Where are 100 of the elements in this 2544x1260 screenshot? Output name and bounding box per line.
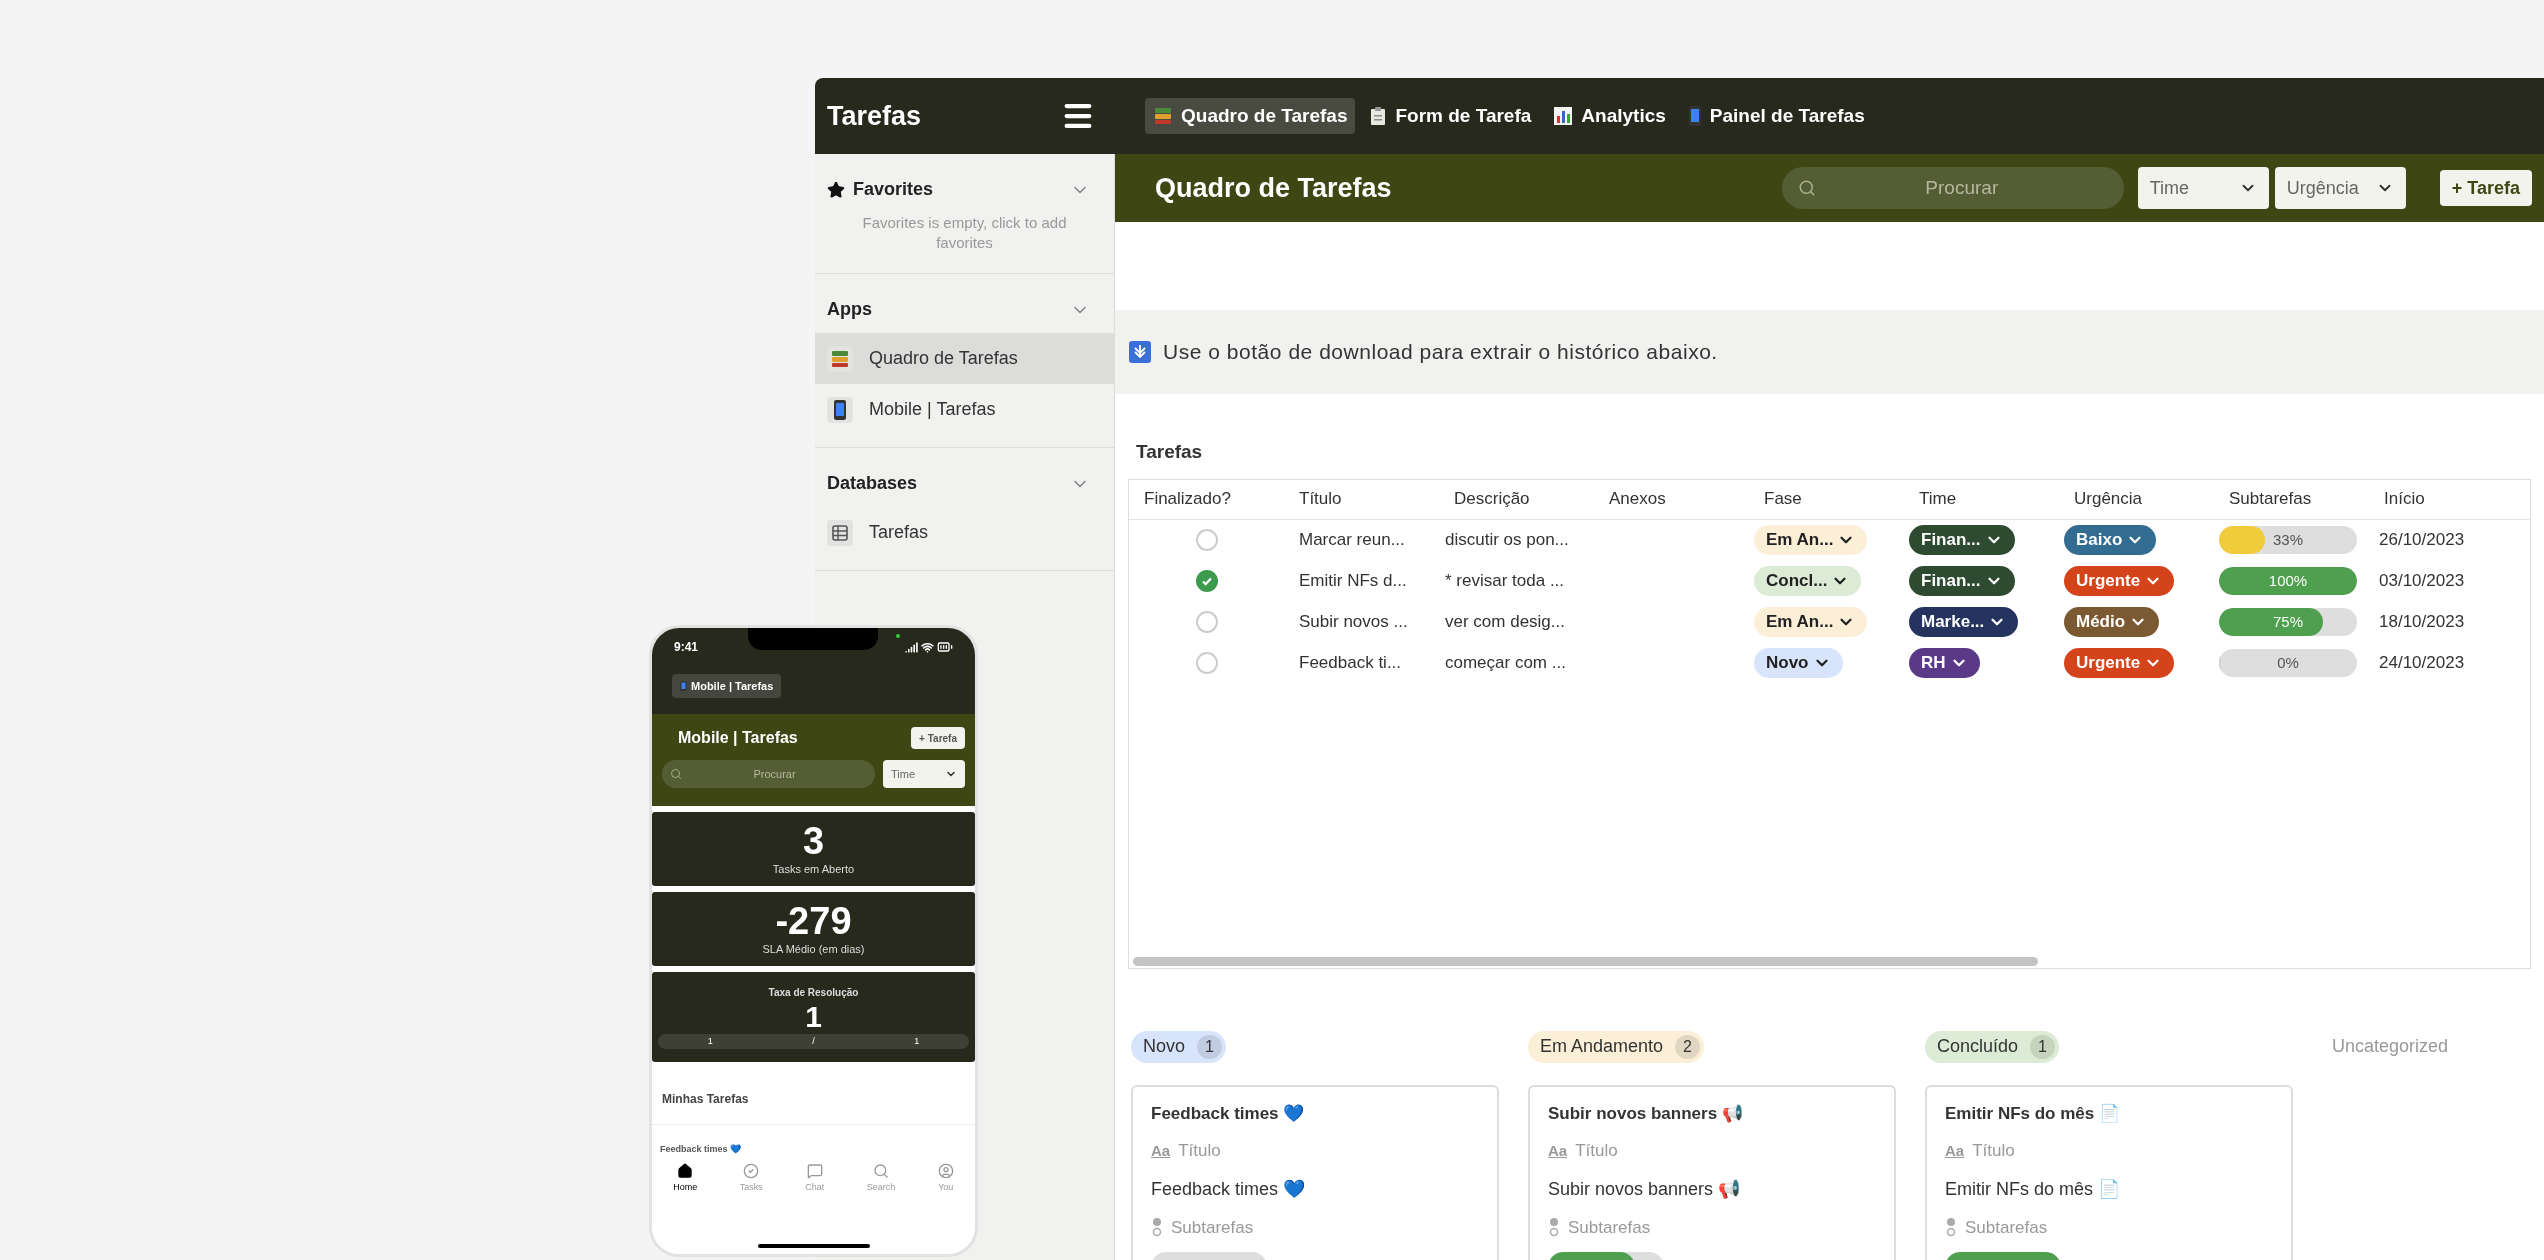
- filter-dropdown[interactable]: Time: [883, 760, 965, 788]
- text-property-icon: Aa: [1945, 1139, 1965, 1162]
- checkbox[interactable]: [1195, 529, 1218, 551]
- status-group-tag: Novo 1: [1131, 1030, 1226, 1063]
- ratio-text: /: [812, 1034, 815, 1048]
- nav-icon: [873, 1163, 889, 1179]
- search-icon: [1797, 179, 1816, 197]
- search-field[interactable]: Procurar: [662, 760, 875, 788]
- status-group-label: Uncategorized: [2331, 1035, 2449, 1058]
- stat-label: SLA Médio (em dias): [762, 941, 865, 957]
- filter-dropdown[interactable]: Urgência: [2274, 167, 2406, 209]
- stat-value: 3: [802, 820, 825, 861]
- count-badge: 1: [2030, 1034, 2055, 1059]
- tag-dropdown[interactable]: Marke...: [1909, 607, 2019, 637]
- count-badge: 2: [1675, 1034, 1700, 1059]
- page-title: Quadro de Tarefas: [1155, 171, 1393, 205]
- progress-reading: 33%: [2272, 529, 2304, 550]
- property-value: Emitir NFs do mês 📄: [1945, 1177, 2122, 1201]
- section-title: Databases: [827, 472, 918, 495]
- task-card[interactable]: Emitir NFs do mês 📄 Aa Título Emitir NFs do mês 📄 Subtarefas: [1925, 1084, 2293, 1260]
- tag-dropdown[interactable]: Em An...: [1754, 607, 1868, 637]
- task-card[interactable]: Subir novos banners 📢 Aa Título Subir novos banners 📢 Subtarefas: [1528, 1084, 1896, 1260]
- tag-dropdown[interactable]: Novo: [1754, 648, 1843, 678]
- table-cell-text: ver com desig...: [1444, 611, 1566, 634]
- property-label: Subtarefas: [1965, 1216, 2048, 1239]
- count-badge: 1: [1197, 1034, 1222, 1059]
- signal-icon: [905, 640, 918, 654]
- tag-dropdown[interactable]: Médio: [2064, 607, 2160, 637]
- nav-tab[interactable]: Analytics: [1545, 98, 1674, 134]
- clipboard-icon: [1369, 106, 1388, 126]
- horizontal-scrollbar[interactable]: [1133, 956, 2038, 966]
- section-title: Favorites: [827, 176, 934, 203]
- section-title: Tarefas: [1135, 440, 1204, 464]
- column-header: Finalizado?: [1143, 488, 1232, 511]
- tag-dropdown[interactable]: Urgente: [2064, 648, 2175, 678]
- table-cell-text: Feedback ti...: [1298, 652, 1403, 675]
- status-group-tag: Em Andamento 2: [1528, 1030, 1704, 1063]
- add-task-button[interactable]: + Tarefa: [911, 727, 965, 749]
- property-label: Subtarefas: [1171, 1216, 1254, 1239]
- star-icon: [827, 180, 845, 199]
- progress-reading: 100%: [2267, 570, 2309, 591]
- search-icon: [670, 768, 682, 780]
- stat-label: Tasks em Aberto: [772, 861, 855, 877]
- tag-dropdown[interactable]: Baixo: [2064, 525, 2157, 555]
- books-icon: [1153, 106, 1173, 126]
- checkbox[interactable]: [1195, 611, 1218, 633]
- checkbox[interactable]: [1195, 570, 1218, 592]
- subtasks-icon: [1151, 1217, 1163, 1238]
- section-title: Apps: [827, 298, 872, 321]
- tag-dropdown[interactable]: Concl...: [1754, 566, 1862, 596]
- stat-label: Taxa de Resolução: [768, 986, 859, 1000]
- app-badge[interactable]: Mobile | Tarefas: [672, 674, 782, 698]
- card-title: Subir novos banners 📢: [1548, 1102, 1744, 1125]
- tag-dropdown[interactable]: RH: [1909, 648, 1980, 678]
- nav-tab[interactable]: Quadro de Tarefas: [1145, 98, 1356, 134]
- checkbox[interactable]: [1195, 652, 1218, 674]
- nav-icon: [806, 1163, 823, 1179]
- property-label: Título: [1178, 1140, 1221, 1162]
- property-label: Título: [1972, 1140, 2015, 1162]
- nav-tab[interactable]: Home: [673, 1163, 698, 1195]
- table-cell-text: Emitir NFs d...: [1298, 570, 1408, 593]
- ratio-text: 1: [914, 1034, 920, 1048]
- column-header: Time: [1918, 488, 1958, 511]
- nav-tab[interactable]: Painel de Tarefas: [1679, 98, 1873, 134]
- table-cell-text: * revisar toda ...: [1444, 570, 1566, 593]
- sidebar-item[interactable]: Tarefas: [815, 507, 1114, 558]
- column-header: Título: [1298, 488, 1343, 511]
- table-cell-text: Subir novos ...: [1298, 611, 1409, 634]
- progress-reading: 0%: [2276, 652, 2300, 673]
- card-title: Emitir NFs do mês 📄: [1945, 1102, 2121, 1125]
- add-task-button[interactable]: + Tarefa: [2439, 170, 2532, 206]
- bar-chart-icon: [1553, 106, 1574, 126]
- mobile-phone-icon: [680, 680, 687, 692]
- banner-text: Use o botão de download para extrair o histórico abaixo.: [1163, 339, 1718, 366]
- property-label: Subtarefas: [1568, 1216, 1651, 1239]
- property-value: Feedback times 💙: [1151, 1177, 1307, 1201]
- battery-icon: [937, 639, 953, 655]
- column-header: Subtarefas: [2228, 488, 2313, 511]
- list-title: Minhas Tarefas: [662, 1092, 749, 1106]
- mobile-phone-icon: [833, 398, 847, 421]
- tag-dropdown[interactable]: Urgente: [2064, 566, 2175, 596]
- tag-dropdown[interactable]: Em An...: [1754, 525, 1868, 555]
- table-icon: [830, 522, 850, 543]
- filter-dropdown[interactable]: Time: [2137, 167, 2269, 209]
- nav-tab[interactable]: Form de Tarefa: [1361, 98, 1540, 134]
- tag-dropdown[interactable]: Finan...: [1909, 525, 2015, 555]
- table-cell-text: 24/10/2023: [2378, 652, 2466, 675]
- task-card[interactable]: Feedback times 💙 Aa Título Feedback times 💙 Subtarefas: [1131, 1084, 1499, 1260]
- column-header: Urgência: [2073, 488, 2144, 511]
- sidebar-item[interactable]: Quadro de Tarefas: [815, 333, 1114, 384]
- status-group-tag: Concluído 1: [1925, 1030, 2059, 1063]
- column-header: Descrição: [1453, 488, 1531, 511]
- table-cell-text: discutir os pon...: [1444, 529, 1570, 552]
- sidebar-item[interactable]: Mobile | Tarefas: [815, 384, 1114, 435]
- books-icon: [830, 348, 850, 369]
- table-cell-text: 03/10/2023: [2378, 570, 2466, 593]
- page-title: Mobile | Tarefas: [678, 728, 798, 748]
- nav-icon: [743, 1163, 760, 1179]
- tag-dropdown[interactable]: Finan...: [1909, 566, 2015, 596]
- nav-icon: [677, 1163, 694, 1179]
